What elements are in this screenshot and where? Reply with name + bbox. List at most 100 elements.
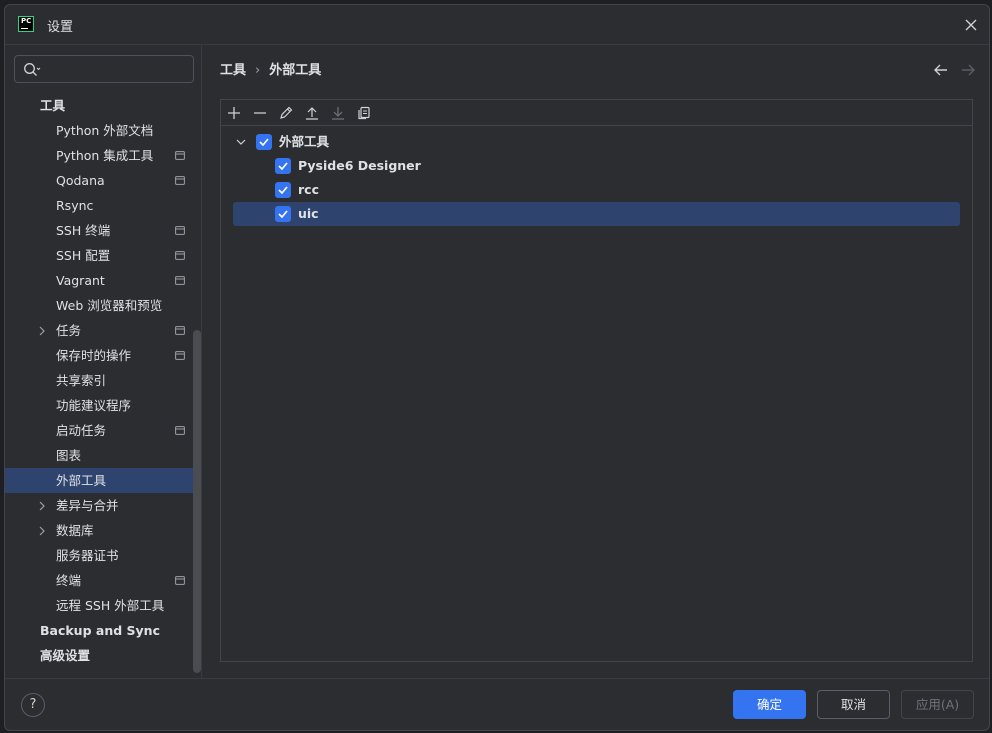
sidebar-item[interactable]: 服务器证书 <box>5 543 205 568</box>
project-settings-icon <box>175 226 185 235</box>
sidebar-item-label: 启动任务 <box>56 423 107 438</box>
breadcrumb-current: 外部工具 <box>269 63 322 78</box>
move-up-icon <box>306 107 318 120</box>
sidebar-item[interactable]: 工具 <box>5 93 205 118</box>
remove-button[interactable] <box>251 104 269 122</box>
checkmark-icon <box>259 138 269 147</box>
external-tools-panel: 外部工具 Pyside6 Designer rcc uic <box>220 99 973 662</box>
chevron-right-icon[interactable] <box>38 326 46 336</box>
sidebar-item[interactable]: 差异与合并 <box>5 493 205 518</box>
settings-sidebar: 工具 Python 外部文档 Python 集成工具 Qodana Rsync SSH 终… <box>5 45 205 678</box>
project-settings-icon <box>175 426 185 435</box>
sidebar-item[interactable]: Rsync <box>5 193 205 218</box>
sidebar-item[interactable]: Web 浏览器和预览 <box>5 293 205 318</box>
title-bar: PC 设置 <box>5 5 989 45</box>
project-settings-icon <box>175 176 185 185</box>
remove-icon <box>254 112 266 114</box>
sidebar-item[interactable]: 高级设置 <box>5 643 205 668</box>
edit-button[interactable] <box>277 104 295 122</box>
sidebar-item[interactable]: 共享索引 <box>5 368 205 393</box>
sidebar-item[interactable]: 数据库 <box>5 518 205 543</box>
sidebar-item[interactable]: 图表 <box>5 443 205 468</box>
sidebar-item-label: Web 浏览器和预览 <box>56 298 163 313</box>
breadcrumb-parent[interactable]: 工具 <box>220 59 246 78</box>
ok-button[interactable]: 确定 <box>733 690 806 719</box>
cancel-button[interactable]: 取消 <box>817 690 890 719</box>
add-icon <box>228 107 240 119</box>
chevron-right-icon[interactable] <box>38 526 46 536</box>
settings-dialog: PC 设置 工具 Python 外部文档 Python 集成工具 Qodana Rsyn… <box>4 4 990 731</box>
sidebar-item[interactable]: 保存时的操作 <box>5 343 205 368</box>
search-icon <box>24 63 41 76</box>
sidebar-item[interactable]: 任务 <box>5 318 205 343</box>
sidebar-item-label: 服务器证书 <box>56 548 119 563</box>
help-button[interactable]: ? <box>21 693 45 717</box>
tool-label: uic <box>298 206 319 221</box>
arrow-left-icon <box>934 64 947 76</box>
copy-icon <box>358 106 370 120</box>
sidebar-item-label: SSH 配置 <box>56 248 111 263</box>
add-button[interactable] <box>225 104 243 122</box>
copy-button[interactable] <box>355 104 373 122</box>
tool-checkbox[interactable] <box>275 206 291 222</box>
dialog-title: 设置 <box>47 20 74 35</box>
sidebar-item-label: SSH 终端 <box>56 223 111 238</box>
sidebar-item-label: Python 外部文档 <box>56 123 154 138</box>
close-icon <box>965 19 977 31</box>
checkmark-icon <box>278 186 288 195</box>
tool-row[interactable]: uic <box>233 202 960 226</box>
checkmark-icon <box>278 162 288 171</box>
sidebar-item-label: 共享索引 <box>56 373 107 388</box>
move-up-button[interactable] <box>303 104 321 122</box>
tool-checkbox[interactable] <box>275 182 291 198</box>
sidebar-item[interactable]: Vagrant <box>5 268 205 293</box>
sidebar-item-label: 终端 <box>56 573 82 588</box>
move-down-icon <box>332 107 344 120</box>
project-settings-icon <box>175 251 185 260</box>
tool-checkbox[interactable] <box>275 158 291 174</box>
sidebar-item[interactable]: Qodana <box>5 168 205 193</box>
project-settings-icon <box>175 151 185 160</box>
sidebar-item[interactable]: SSH 配置 <box>5 243 205 268</box>
close-button[interactable] <box>961 15 981 35</box>
chevron-down-icon[interactable] <box>236 138 246 146</box>
tool-row[interactable]: Pyside6 Designer <box>221 154 972 178</box>
sidebar-item[interactable]: Python 集成工具 <box>5 143 205 168</box>
project-settings-icon <box>175 276 185 285</box>
sidebar-item-label: Vagrant <box>56 273 105 288</box>
project-settings-icon <box>175 576 185 585</box>
apply-button: 应用(A) <box>901 690 974 719</box>
tool-group-checkbox[interactable] <box>256 134 272 150</box>
tool-row[interactable]: rcc <box>221 178 972 202</box>
sidebar-item[interactable]: 功能建议程序 <box>5 393 205 418</box>
chevron-right-icon[interactable] <box>38 501 46 511</box>
back-button[interactable] <box>933 63 949 81</box>
sidebar-item-label: 远程 SSH 外部工具 <box>56 598 165 613</box>
breadcrumb: 工具 › 外部工具 <box>220 59 321 78</box>
breadcrumb-separator: › <box>255 63 261 78</box>
pycharm-logo-icon: PC <box>18 16 34 32</box>
tool-label: rcc <box>298 182 319 197</box>
tool-group-label: 外部工具 <box>279 134 330 149</box>
search-input[interactable] <box>47 60 187 78</box>
tools-tree: 外部工具 Pyside6 Designer rcc uic <box>221 130 972 226</box>
sidebar-item-label: 图表 <box>56 448 82 463</box>
sidebar-item[interactable]: SSH 终端 <box>5 218 205 243</box>
sidebar-item-label: 功能建议程序 <box>56 398 132 413</box>
sidebar-item[interactable]: 远程 SSH 外部工具 <box>5 593 205 618</box>
sidebar-item-label: Python 集成工具 <box>56 148 154 163</box>
sidebar-item[interactable]: 终端 <box>5 568 205 593</box>
sidebar-scrollbar[interactable] <box>193 330 201 673</box>
sidebar-item-label: Rsync <box>56 198 94 213</box>
sidebar-item[interactable]: Python 外部文档 <box>5 118 205 143</box>
settings-search[interactable] <box>14 55 194 83</box>
sidebar-item-label: 外部工具 <box>56 473 107 488</box>
sidebar-item[interactable]: 启动任务 <box>5 418 205 443</box>
sidebar-item[interactable]: 外部工具 <box>5 468 201 493</box>
tool-group-row[interactable]: 外部工具 <box>221 130 972 154</box>
settings-tree: 工具 Python 外部文档 Python 集成工具 Qodana Rsync SSH 终… <box>5 93 205 668</box>
sidebar-item-label: 工具 <box>40 98 66 113</box>
sidebar-item[interactable]: Backup and Sync <box>5 618 205 643</box>
sidebar-item-label: Backup and Sync <box>40 623 160 638</box>
sidebar-item-label: 任务 <box>56 323 82 338</box>
